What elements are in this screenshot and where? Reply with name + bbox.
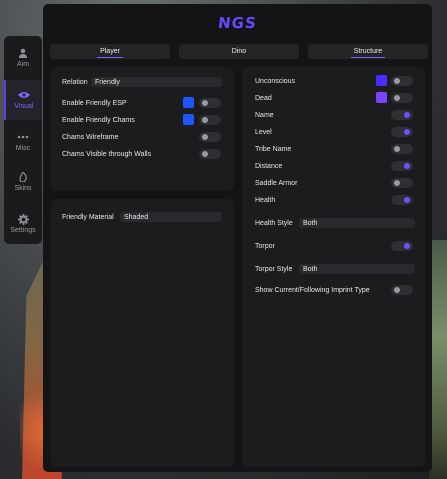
saddle-armor-row: Saddle Armor [255,177,297,189]
show-imprint-type-label: Show Current/Following Imprint Type [255,286,370,294]
health-toggle[interactable] [391,195,413,205]
distance-row: Distance [255,160,282,172]
tab-label: Structure [350,48,386,58]
dead-toggle[interactable] [391,93,413,103]
tribe-name-toggle[interactable] [391,144,413,154]
dead-row: Dead [255,92,272,104]
sidebar-item-label: Skins [14,185,32,192]
dead-label: Dead [255,94,272,102]
chams-wireframe-toggle[interactable] [199,132,221,142]
friendly-esp-color-swatch[interactable] [183,97,194,108]
enable-friendly-esp-row: Enable Friendly ESP [62,97,127,109]
chams-visible-walls-label: Chams Visible through Walls [62,150,152,158]
distance-label: Distance [255,162,283,170]
sidebar-item-skins[interactable]: Skins [4,162,42,202]
structure-esp-panel: Unconscious Dead Name Level Tribe Name D… [242,67,425,467]
enable-friendly-esp-toggle[interactable] [199,98,221,108]
level-row: Level [255,126,272,138]
enable-friendly-chams-label: Enable Friendly Chams [62,116,135,124]
main-window: NGS Player Dino Structure Relation Frien… [43,4,432,472]
name-row: Name [255,109,274,121]
tribe-name-label: Tribe Name [255,145,292,153]
enable-friendly-esp-label: Enable Friendly ESP [62,99,127,107]
sidebar: Aim Visual Misc Skins Settings [4,36,42,244]
unconscious-color-swatch[interactable] [376,75,387,86]
distance-toggle[interactable] [391,161,413,171]
sidebar-item-settings[interactable]: Settings [4,204,42,244]
tribe-name-row: Tribe Name [255,143,291,155]
relation-label: Relation [62,78,88,86]
unconscious-label: Unconscious [255,77,296,85]
health-row: Health [255,194,275,206]
friendly-material-row: Friendly Material [62,211,114,223]
sidebar-item-misc[interactable]: Misc [4,122,42,162]
name-label: Name [255,111,274,119]
friendly-material-label: Friendly Material [62,213,114,221]
sidebar-item-visual[interactable]: Visual [4,80,42,120]
relation-select[interactable]: Friendly [91,77,222,87]
health-label: Health [255,196,276,204]
health-style-label: Health Style [255,219,293,227]
friendly-material-select[interactable]: Shaded [120,212,222,222]
player-esp-panel: Relation Friendly Enable Friendly ESP En… [51,67,234,191]
chams-wireframe-row: Chams Wireframe [62,131,118,143]
enable-friendly-chams-toggle[interactable] [199,115,221,125]
sidebar-item-label: Visual [14,103,34,110]
unconscious-row: Unconscious [255,75,295,87]
show-imprint-type-toggle[interactable] [391,285,413,295]
gear-icon [17,213,29,225]
torpor-label: Torpor [255,242,275,250]
tab-structure[interactable]: Structure [308,44,428,59]
sidebar-item-label: Misc [15,145,31,152]
eye-icon [18,90,30,100]
torpor-style-row: Torpor Style [255,263,292,275]
torpor-row: Torpor [255,240,275,252]
dead-color-swatch[interactable] [376,92,387,103]
show-imprint-type-row: Show Current/Following Imprint Type [255,284,370,296]
tab-dino[interactable]: Dino [179,44,299,59]
torpor-toggle[interactable] [391,241,413,251]
tab-label: Player [97,48,123,58]
level-label: Level [255,128,272,136]
torpor-style-select[interactable]: Both [299,264,415,274]
relation-row: Relation [62,76,88,88]
saddle-armor-label: Saddle Armor [255,179,298,187]
level-toggle[interactable] [391,127,413,137]
chams-visible-walls-row: Chams Visible through Walls [62,148,151,160]
chams-visible-walls-toggle[interactable] [199,149,221,159]
app-logo: NGS [217,14,258,32]
user-icon [17,48,29,58]
tab-label: Dino [231,48,247,55]
name-toggle[interactable] [391,110,413,120]
health-style-row: Health Style [255,217,293,229]
torpor-style-label: Torpor Style [255,265,293,273]
health-style-select[interactable]: Both [299,218,415,228]
enable-friendly-chams-row: Enable Friendly Chams [62,114,135,126]
sidebar-item-label: Settings [10,227,36,234]
sidebar-item-label: Aim [16,61,30,68]
saddle-armor-toggle[interactable] [391,178,413,188]
material-panel: Friendly Material Shaded [51,199,234,467]
flame-icon [17,172,29,182]
unconscious-toggle[interactable] [391,76,413,86]
sidebar-item-aim[interactable]: Aim [4,38,42,78]
more-dots-icon [17,132,29,142]
friendly-chams-color-swatch[interactable] [183,114,194,125]
tab-player[interactable]: Player [50,44,170,59]
chams-wireframe-label: Chams Wireframe [62,133,119,141]
